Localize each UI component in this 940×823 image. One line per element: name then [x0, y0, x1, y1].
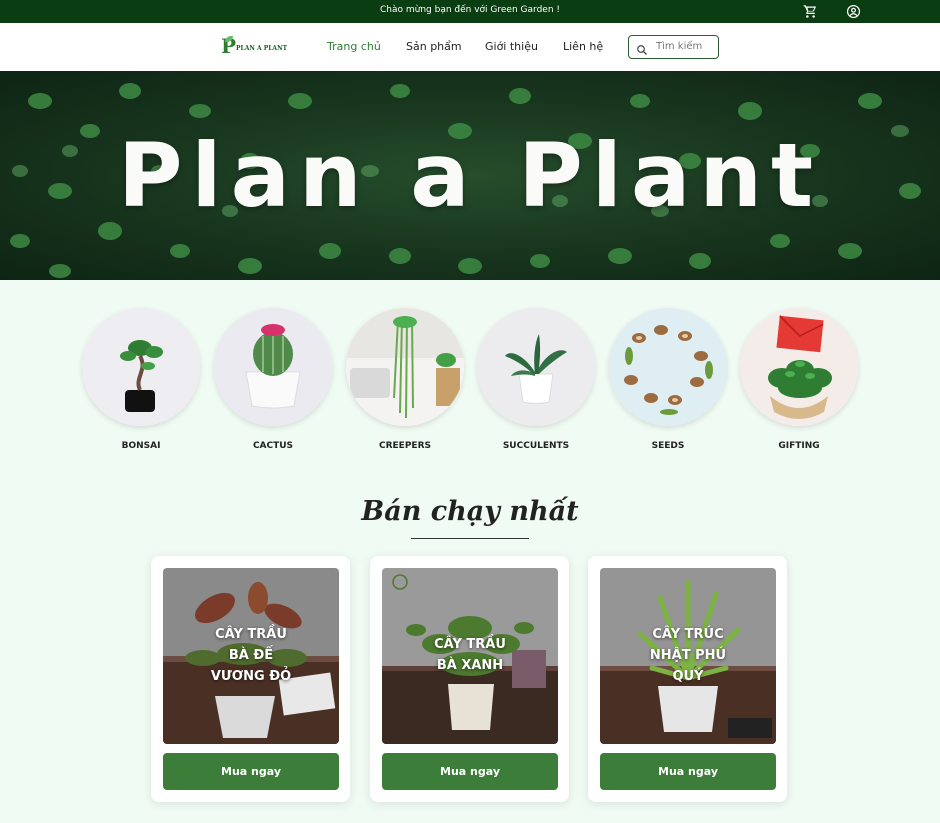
nav-link-contact[interactable]: Liên hệ: [563, 40, 603, 53]
bestsellers-heading: Bán chạy nhất: [361, 496, 579, 527]
buy-now-button[interactable]: Mua ngay: [382, 753, 558, 790]
product-card: CÂY TRÚC NHẬT PHÚ QUÝ Mua ngay: [588, 556, 787, 802]
category-label: GIFTING: [778, 441, 820, 451]
welcome-message: Chào mừng bạn đến với Green Garden !: [380, 5, 560, 15]
gifting-image: [740, 308, 858, 426]
bonsai-image: [82, 308, 200, 426]
buy-now-button[interactable]: Mua ngay: [163, 753, 339, 790]
category-gifting[interactable]: GIFTING: [740, 308, 858, 451]
succulents-image: [477, 308, 595, 426]
hero-banner: Plan a Plant: [0, 71, 940, 280]
search-input[interactable]: Tìm kiếm: [628, 35, 719, 59]
search-placeholder: Tìm kiếm: [656, 41, 703, 52]
buy-now-button[interactable]: Mua ngay: [600, 753, 776, 790]
nav-link-about[interactable]: Giới thiệu: [485, 40, 538, 53]
hero-title: Plan a Plant: [117, 124, 823, 227]
nav-link-home[interactable]: Trang chủ: [327, 40, 381, 53]
nav-link-products[interactable]: Sản phẩm: [406, 40, 462, 53]
product-card: CÂY TRẦU BÀ XANH Mua ngay: [370, 556, 569, 802]
brand-logo[interactable]: P PLAN A PLANT: [221, 35, 293, 57]
product-name-line: QUÝ: [672, 669, 704, 684]
product-name-line: VƯƠNG ĐỎ: [210, 669, 292, 684]
product-name-line: NHẬT PHÚ: [649, 648, 727, 663]
announcement-bar: Chào mừng bạn đến với Green Garden !: [0, 0, 940, 23]
category-bonsai[interactable]: BONSAI: [82, 308, 200, 451]
category-creepers[interactable]: CREEPERS: [346, 308, 464, 451]
product-name-line: CÂY TRẦU: [434, 637, 506, 652]
cart-icon[interactable]: [803, 4, 818, 19]
search-icon: [636, 41, 648, 55]
category-seeds[interactable]: SEEDS: [609, 308, 727, 451]
seeds-image: [609, 308, 727, 426]
product-name-line: BÀ XANH: [436, 658, 504, 673]
cactus-image: [214, 308, 332, 426]
logo-text: PLAN A PLANT: [236, 45, 288, 52]
product-name-line: BÀ ĐẾ: [228, 648, 274, 663]
user-account-icon[interactable]: [846, 4, 861, 19]
creepers-image: [346, 308, 464, 426]
product-card: CÂY TRẦU BÀ ĐẾ VƯƠNG ĐỎ Mua ngay: [151, 556, 350, 802]
category-cactus[interactable]: CACTUS: [214, 308, 332, 451]
product-name-line: CÂY TRÚC: [652, 627, 724, 642]
heading-divider: [411, 538, 529, 539]
main-navigation: P PLAN A PLANT Trang chủ Sản phẩm Giới t…: [0, 23, 940, 71]
product-name-line: CÂY TRẦU: [215, 627, 287, 642]
category-succulents[interactable]: SUCCULENTS: [477, 308, 595, 451]
